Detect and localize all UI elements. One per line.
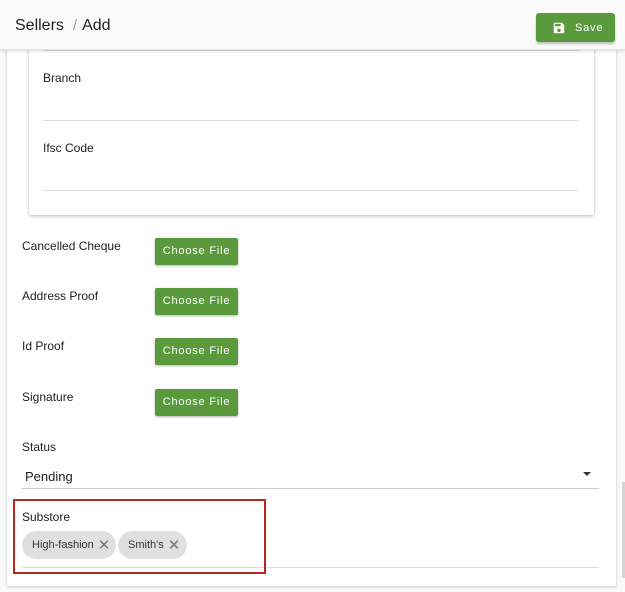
signature-choose-file-button[interactable]: Choose File (155, 389, 238, 416)
status-select[interactable]: Pending (25, 469, 73, 484)
breadcrumb-sellers[interactable]: Sellers (15, 17, 64, 34)
chevron-down-icon[interactable] (583, 472, 591, 476)
id-proof-label: Id Proof (22, 339, 65, 353)
substore-highlight-box (13, 499, 266, 574)
cancelled-cheque-choose-file-button[interactable]: Choose File (155, 238, 238, 265)
branch-label: Branch (43, 71, 82, 85)
signature-label: Signature (22, 390, 74, 404)
save-button[interactable]: Save (536, 13, 615, 42)
breadcrumb-add: Add (82, 17, 111, 34)
status-label: Status (22, 440, 57, 454)
account-field-underline (43, 50, 579, 51)
bank-details-card (29, 40, 594, 215)
cancelled-cheque-label: Cancelled Cheque (22, 239, 121, 253)
address-proof-label: Address Proof (22, 289, 99, 303)
save-icon (553, 22, 565, 33)
breadcrumb-separator: / (72, 17, 78, 34)
id-proof-choose-file-button[interactable]: Choose File (155, 338, 238, 365)
ifsc-code-input[interactable] (43, 190, 579, 191)
status-select-underline (22, 488, 599, 489)
branch-input[interactable] (43, 120, 579, 121)
ifsc-code-label: Ifsc Code (43, 141, 94, 155)
breadcrumb: Sellers / Add (15, 17, 111, 35)
save-label: Save (575, 21, 604, 34)
address-proof-choose-file-button[interactable]: Choose File (155, 288, 238, 315)
app-header: Sellers / Add Save (0, 0, 625, 50)
